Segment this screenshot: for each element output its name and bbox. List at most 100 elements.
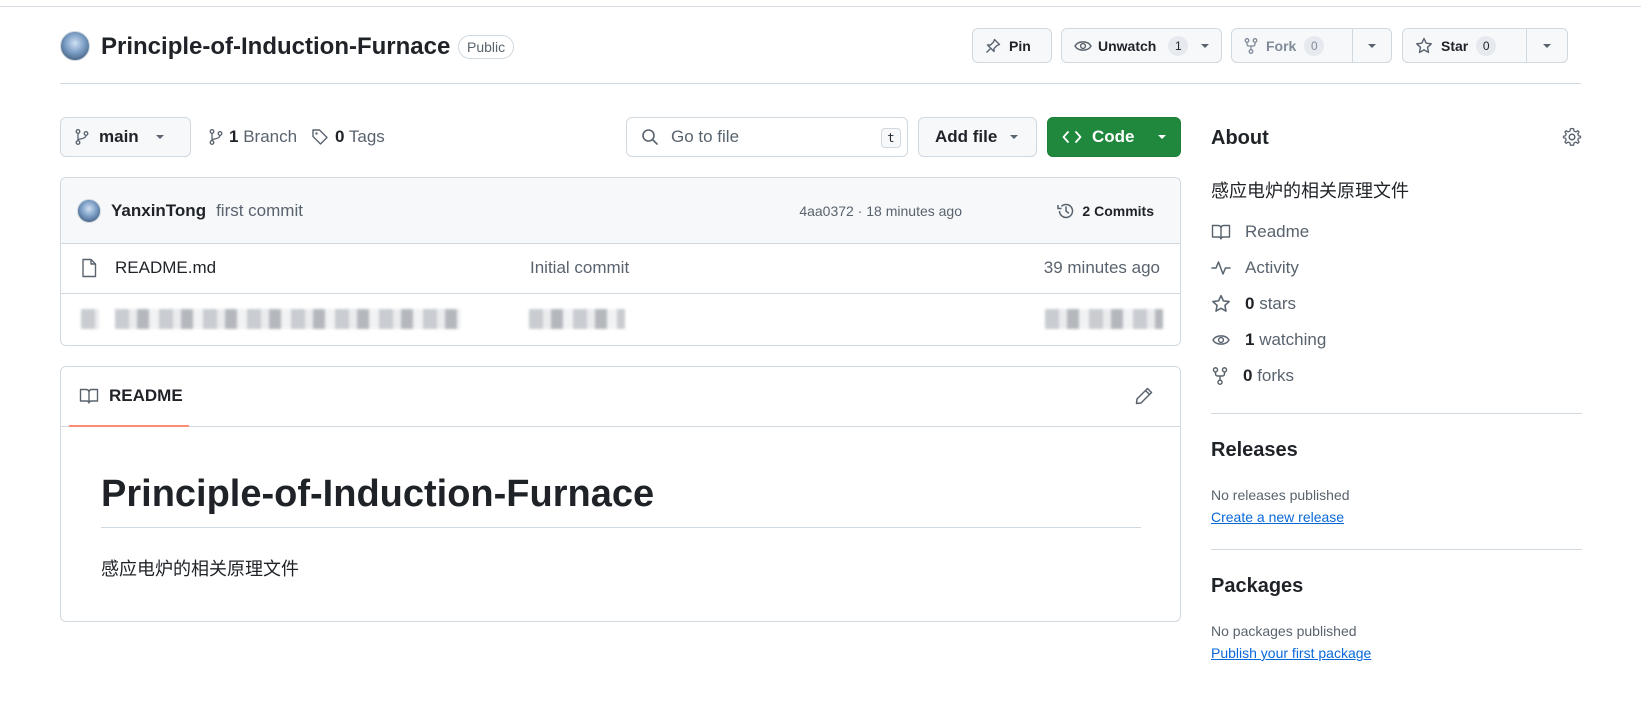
releases-empty-text: No releases published xyxy=(1211,487,1350,503)
star-icon xyxy=(1211,294,1231,314)
readme-link[interactable]: Readme xyxy=(1211,222,1309,242)
commits-link[interactable]: 2 Commits xyxy=(1056,178,1154,244)
keyboard-shortcut-hint: t xyxy=(881,128,901,148)
readme-panel: README Principle-of-Induction-Furnace 感应… xyxy=(60,366,1181,622)
tag-icon xyxy=(311,128,329,146)
chevron-down-icon xyxy=(1009,134,1019,140)
git-branch-icon xyxy=(209,129,223,145)
watch-button[interactable]: Unwatch 1 xyxy=(1061,28,1222,63)
forks-label: forks xyxy=(1257,366,1295,385)
create-release-link[interactable]: Create a new release xyxy=(1211,509,1344,525)
branch-name: main xyxy=(99,127,139,146)
chevron-down-icon xyxy=(1200,43,1210,49)
readme-tabbar: README xyxy=(61,367,1180,427)
chevron-down-icon xyxy=(1542,43,1552,49)
file-row[interactable]: README.md Initial commit 39 minutes ago xyxy=(61,244,1180,294)
top-border xyxy=(0,6,1641,7)
chevron-down-icon xyxy=(1157,134,1167,140)
book-icon xyxy=(1211,223,1231,241)
fork-button[interactable]: Fork 0 xyxy=(1231,28,1392,63)
search-placeholder: Go to file xyxy=(671,127,740,146)
branches-link[interactable]: 1 Branch xyxy=(209,117,297,157)
stars-link[interactable]: 0 stars xyxy=(1211,294,1296,314)
latest-commit-row: YanxinTong first commit 4aa0372 · 18 min… xyxy=(61,178,1180,244)
search-icon xyxy=(641,128,659,146)
file-commit-message[interactable]: Initial commit xyxy=(530,258,629,278)
sidebar-divider xyxy=(1211,549,1582,550)
code-icon xyxy=(1062,129,1082,145)
forks-count: 0 xyxy=(1243,366,1253,385)
tag-count: 0 xyxy=(335,127,345,146)
packages-title[interactable]: Packages xyxy=(1211,575,1303,598)
activity-link-label: Activity xyxy=(1245,258,1299,277)
file-name[interactable]: README.md xyxy=(115,258,216,278)
git-branch-icon xyxy=(75,129,89,145)
file-browser: YanxinTong first commit 4aa0372 · 18 min… xyxy=(60,177,1181,346)
pin-icon xyxy=(985,38,1001,54)
branch-label: Branch xyxy=(243,127,298,146)
watch-count: 1 xyxy=(1168,35,1189,56)
add-file-label: Add file xyxy=(935,127,998,146)
watching-link[interactable]: 1 watching xyxy=(1211,330,1326,350)
fork-icon xyxy=(1244,37,1258,54)
repo-name[interactable]: Principle-of-Induction-Furnace xyxy=(101,32,450,62)
star-menu-toggle[interactable] xyxy=(1527,29,1567,62)
about-description: 感应电炉的相关原理文件 xyxy=(1211,181,1409,202)
readme-heading: Principle-of-Induction-Furnace xyxy=(101,471,1141,528)
book-icon xyxy=(79,387,99,405)
pencil-icon[interactable] xyxy=(1134,386,1154,406)
stars-label: stars xyxy=(1259,294,1297,313)
commit-meta[interactable]: 4aa0372 · 18 minutes ago xyxy=(799,178,962,244)
commit-message[interactable]: first commit xyxy=(216,201,303,221)
readme-link-label: Readme xyxy=(1245,222,1310,241)
owner-avatar[interactable] xyxy=(60,31,90,61)
sidebar-divider xyxy=(1211,413,1582,414)
eye-icon xyxy=(1074,38,1092,54)
visibility-badge: Public xyxy=(458,35,515,59)
stars-count: 0 xyxy=(1245,294,1255,313)
repo-header: Principle-of-Induction-Furnace Public Pi… xyxy=(60,28,1581,84)
file-row-redacted[interactable] xyxy=(61,294,1180,344)
tag-label: Tags xyxy=(348,127,385,146)
code-label: Code xyxy=(1092,127,1135,146)
tab-readme[interactable]: README xyxy=(69,367,189,427)
readme-body: 感应电炉的相关原理文件 xyxy=(101,559,299,580)
gear-icon[interactable] xyxy=(1562,127,1582,147)
packages-empty-text: No packages published xyxy=(1211,623,1357,639)
forks-link[interactable]: 0 forks xyxy=(1211,366,1294,386)
commit-author-avatar[interactable] xyxy=(77,198,101,223)
watching-label: watching xyxy=(1259,330,1327,349)
watching-count: 1 xyxy=(1245,330,1255,349)
releases-title[interactable]: Releases xyxy=(1211,439,1298,462)
go-to-file-input[interactable]: Go to file t xyxy=(626,117,908,157)
branch-selector[interactable]: main xyxy=(60,117,191,157)
redacted-file-icon xyxy=(81,309,99,329)
watch-label: Unwatch xyxy=(1098,37,1157,54)
about-title: About xyxy=(1211,127,1269,149)
readme-tab-label: README xyxy=(109,386,183,405)
redacted-commit-message xyxy=(529,309,625,329)
add-file-button[interactable]: Add file xyxy=(918,117,1037,157)
chevron-down-icon xyxy=(1367,43,1377,49)
eye-icon xyxy=(1211,332,1231,348)
fork-count: 0 xyxy=(1304,35,1325,56)
code-button[interactable]: Code xyxy=(1047,117,1181,157)
star-icon xyxy=(1415,37,1433,55)
fork-label: Fork xyxy=(1266,37,1297,54)
fork-menu-toggle[interactable] xyxy=(1353,29,1391,62)
file-date: 39 minutes ago xyxy=(1043,258,1160,277)
commit-author[interactable]: YanxinTong xyxy=(111,201,206,221)
fork-icon xyxy=(1211,367,1229,385)
redacted-file-date xyxy=(1045,309,1163,329)
pin-label: Pin xyxy=(1009,37,1031,54)
activity-link[interactable]: Activity xyxy=(1211,258,1299,278)
star-count: 0 xyxy=(1476,35,1497,56)
tags-link[interactable]: 0 Tags xyxy=(311,117,385,157)
commits-count: 2 Commits xyxy=(1082,203,1154,219)
file-icon xyxy=(81,258,97,278)
star-button[interactable]: Star 0 xyxy=(1402,28,1568,63)
chevron-down-icon xyxy=(155,134,165,140)
pin-button[interactable]: Pin xyxy=(972,28,1052,63)
publish-package-link[interactable]: Publish your first package xyxy=(1211,645,1371,661)
redacted-file-name xyxy=(115,309,461,329)
